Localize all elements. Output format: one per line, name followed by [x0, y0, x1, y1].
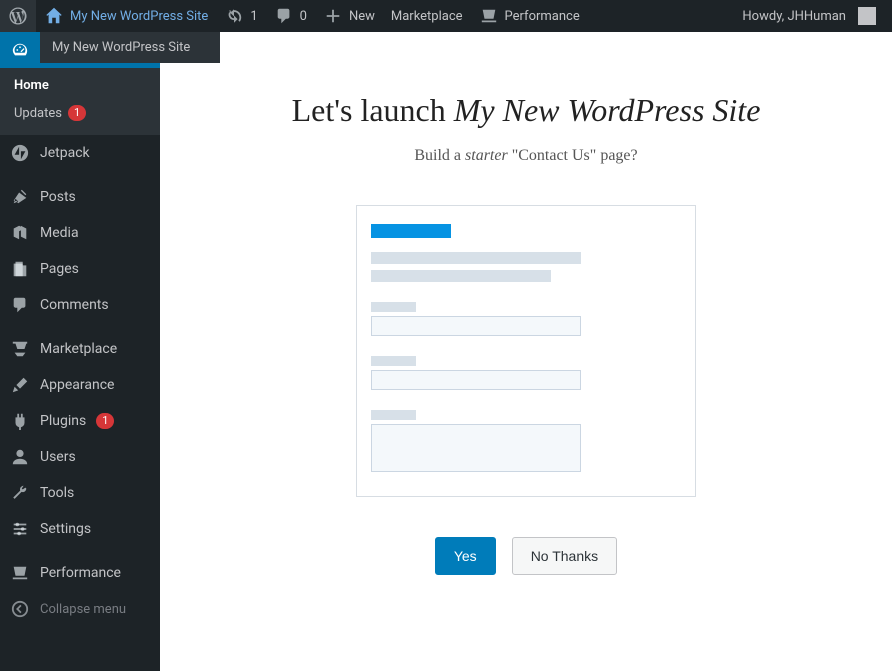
marketplace-label: Marketplace	[40, 341, 117, 357]
account-menu[interactable]: Howdy, JHHuman	[734, 0, 884, 32]
dashboard-submenu: Home Updates 1	[0, 68, 160, 135]
avatar	[858, 7, 876, 25]
comments-count: 0	[300, 9, 307, 24]
sidebar-item-pages[interactable]: Pages	[0, 251, 160, 287]
updates-menu[interactable]: 1	[216, 0, 265, 32]
preview-field-label	[371, 410, 416, 420]
sidebar-subitem-updates[interactable]: Updates 1	[0, 99, 160, 127]
preview-input-placeholder	[371, 370, 581, 390]
comments-icon	[274, 6, 294, 26]
performance-label: Performance	[40, 565, 121, 581]
wp-logo-menu[interactable]	[0, 0, 36, 32]
page-title: Let's launch My New WordPress Site	[292, 92, 761, 129]
site-dropdown: My New WordPress Site	[40, 32, 220, 63]
admin-bar-left: My New WordPress Site 1 0 New Marketplac…	[0, 0, 588, 32]
posts-label: Posts	[40, 189, 76, 205]
performance-icon	[479, 6, 499, 26]
performance-label: Performance	[505, 9, 580, 24]
appearance-label: Appearance	[40, 377, 114, 393]
sidebar-item-performance[interactable]: Performance	[0, 555, 160, 591]
action-buttons: Yes No Thanks	[435, 537, 617, 575]
media-label: Media	[40, 225, 79, 241]
subtitle-italic: starter	[465, 147, 508, 164]
site-dropdown-label: My New WordPress Site	[52, 40, 190, 55]
plug-icon	[10, 411, 30, 431]
site-dropdown-item[interactable]: My New WordPress Site	[40, 32, 220, 63]
sidebar-item-settings[interactable]: Settings	[0, 511, 160, 547]
subtitle-prefix: Build a	[414, 147, 465, 164]
sidebar-item-users[interactable]: Users	[0, 439, 160, 475]
site-name-menu[interactable]: My New WordPress Site	[36, 0, 216, 32]
home-label: Home	[14, 78, 49, 93]
jetpack-icon	[10, 143, 30, 163]
updates-badge: 1	[68, 105, 86, 121]
jetpack-label: Jetpack	[40, 145, 90, 161]
no-thanks-button[interactable]: No Thanks	[512, 537, 617, 575]
yes-button[interactable]: Yes	[435, 537, 496, 575]
user-icon	[10, 447, 30, 467]
site-name-label: My New WordPress Site	[70, 9, 208, 24]
admin-bar-right: Howdy, JHHuman	[734, 0, 892, 32]
sidebar-subitem-home[interactable]: Home	[0, 72, 160, 99]
sidebar-item-media[interactable]: Media	[0, 215, 160, 251]
comment-icon	[10, 295, 30, 315]
new-content-menu[interactable]: New	[315, 0, 383, 32]
comments-label: Comments	[40, 297, 109, 313]
page-preview-card	[356, 205, 696, 497]
plus-icon	[323, 6, 343, 26]
preview-textarea-placeholder	[371, 424, 581, 472]
yes-label: Yes	[454, 548, 477, 564]
marketplace-label: Marketplace	[391, 9, 463, 24]
greeting-label: Howdy, JHHuman	[742, 9, 846, 24]
tools-label: Tools	[40, 485, 74, 501]
sidebar-item-marketplace[interactable]: Marketplace	[0, 331, 160, 367]
sidebar-item-plugins[interactable]: Plugins 1	[0, 403, 160, 439]
preview-field-label	[371, 302, 416, 312]
updates-icon	[224, 6, 244, 26]
collapse-icon	[10, 599, 30, 619]
plugins-badge: 1	[96, 413, 114, 429]
sliders-icon	[10, 519, 30, 539]
sidebar-item-comments[interactable]: Comments	[0, 287, 160, 323]
pages-icon	[10, 259, 30, 279]
brush-icon	[10, 375, 30, 395]
settings-label: Settings	[40, 521, 91, 537]
title-prefix: Let's launch	[292, 92, 454, 128]
admin-sidebar: Home Updates 1 Jetpack Posts Media	[0, 32, 160, 671]
preview-field-label	[371, 356, 416, 366]
home-icon	[44, 6, 64, 26]
preview-text-line	[371, 270, 551, 282]
admin-bar: My New WordPress Site 1 0 New Marketplac…	[0, 0, 892, 32]
sidebar-item-tools[interactable]: Tools	[0, 475, 160, 511]
plugins-label: Plugins	[40, 413, 86, 429]
title-site-name: My New WordPress Site	[454, 92, 761, 128]
sidebar-item-appearance[interactable]: Appearance	[0, 367, 160, 403]
main-content: Let's launch My New WordPress Site Build…	[160, 32, 892, 671]
marketplace-menu[interactable]: Marketplace	[383, 0, 471, 32]
subtitle-suffix: "Contact Us" page?	[508, 147, 638, 164]
new-label: New	[349, 9, 375, 24]
page-subtitle: Build a starter "Contact Us" page?	[414, 147, 637, 165]
wrench-icon	[10, 483, 30, 503]
performance-sidebar-icon	[10, 563, 30, 583]
sidebar-item-jetpack[interactable]: Jetpack	[0, 135, 160, 171]
preview-text-line	[371, 252, 581, 264]
preview-title-placeholder	[371, 224, 451, 238]
dashboard-icon	[10, 40, 30, 60]
no-label: No Thanks	[531, 548, 598, 564]
updates-label: Updates	[14, 106, 62, 121]
collapse-label: Collapse menu	[40, 602, 126, 617]
pages-label: Pages	[40, 261, 79, 277]
preview-input-placeholder	[371, 316, 581, 336]
comments-menu[interactable]: 0	[266, 0, 315, 32]
sidebar-item-posts[interactable]: Posts	[0, 179, 160, 215]
collapse-menu-button[interactable]: Collapse menu	[0, 591, 160, 627]
performance-menu[interactable]: Performance	[471, 0, 588, 32]
pin-icon	[10, 187, 30, 207]
users-label: Users	[40, 449, 76, 465]
media-icon	[10, 223, 30, 243]
updates-count: 1	[250, 9, 257, 24]
marketplace-icon	[10, 339, 30, 359]
wordpress-logo-icon	[8, 6, 28, 26]
